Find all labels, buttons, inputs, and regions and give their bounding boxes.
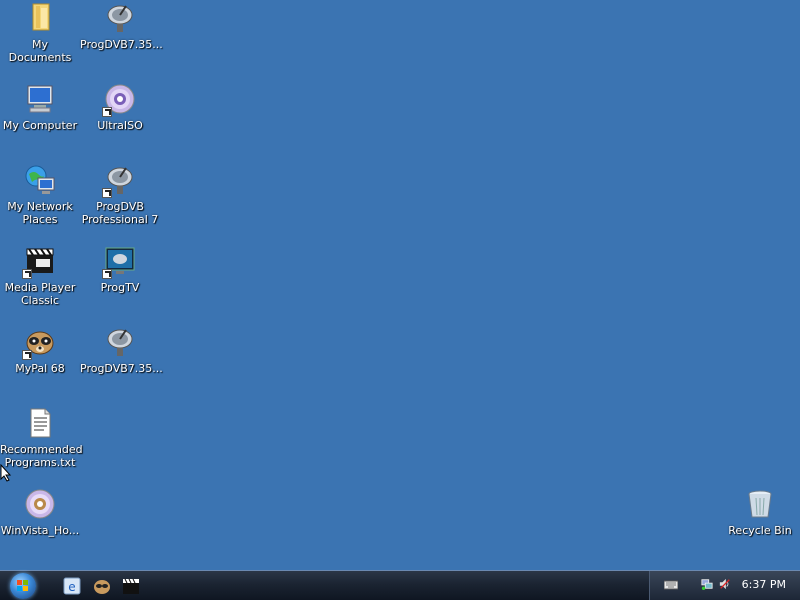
desktop-icon-winvista[interactable]: WinVista_Ho...	[0, 488, 80, 537]
tv-icon	[102, 245, 136, 279]
desktop-icon-mypal[interactable]: MyPal 68	[0, 326, 80, 375]
folder-icon	[24, 2, 56, 34]
start-button[interactable]	[10, 573, 36, 599]
system-tray: 6:37 PM	[649, 571, 800, 600]
recycle-bin-icon	[744, 488, 776, 520]
windows-orb-icon	[17, 580, 29, 592]
svg-text:e: e	[68, 580, 75, 594]
desktop-icon-media-player-classic[interactable]: Media Player Classic	[0, 245, 80, 307]
volume-icon[interactable]	[718, 578, 732, 590]
desktop-icon-progdvb-1[interactable]: ProgDVB7.35...	[80, 2, 163, 51]
mouse-cursor-icon	[0, 464, 12, 482]
desktop-icon-my-network-places[interactable]: My Network Places	[0, 164, 80, 226]
desktop-icon-my-documents[interactable]: My Documents	[0, 2, 80, 64]
satellite-dish-icon	[104, 326, 136, 358]
text-file-icon	[24, 407, 56, 439]
disc-icon	[24, 488, 56, 520]
desktop-icon-progtv[interactable]: ProgTV	[80, 245, 160, 294]
computer-icon	[24, 83, 56, 115]
shortcut-arrow-icon	[22, 350, 32, 360]
disc-icon	[102, 83, 136, 117]
shortcut-arrow-icon	[102, 107, 112, 117]
clapperboard-icon	[22, 245, 56, 279]
shortcut-arrow-icon	[102, 188, 112, 198]
satellite-dish-icon	[104, 2, 136, 34]
desktop-icon-progdvb-2[interactable]: ProgDVB7.35...	[80, 326, 163, 375]
clock[interactable]: 6:37 PM	[742, 578, 786, 591]
mypal-icon[interactable]	[93, 577, 111, 595]
satellite-dish-icon	[102, 164, 136, 198]
desktop-icon-progdvb-professional[interactable]: ProgDVB Professional 7	[80, 164, 160, 226]
network-globe-icon	[24, 164, 56, 196]
taskbar: e 6:37 PM	[0, 570, 800, 600]
desktop-icon-ultraiso[interactable]: UltraISO	[80, 83, 160, 132]
ie-icon[interactable]: e	[63, 577, 81, 595]
desktop-icon-my-computer[interactable]: My Computer	[0, 83, 80, 132]
media-player-classic-icon[interactable]	[122, 577, 140, 595]
desktop-icon-recycle-bin[interactable]: Recycle Bin	[720, 488, 800, 537]
desktop[interactable]: My Documents ProgDVB7.35... My Computer	[0, 0, 800, 570]
raccoon-icon	[22, 326, 56, 360]
shortcut-arrow-icon	[22, 269, 32, 279]
network-icon[interactable]	[700, 578, 714, 590]
desktop-icon-recommended-programs[interactable]: Recommended Programs.txt	[0, 407, 83, 469]
shortcut-arrow-icon	[102, 269, 112, 279]
keyboard-icon[interactable]	[664, 579, 678, 591]
